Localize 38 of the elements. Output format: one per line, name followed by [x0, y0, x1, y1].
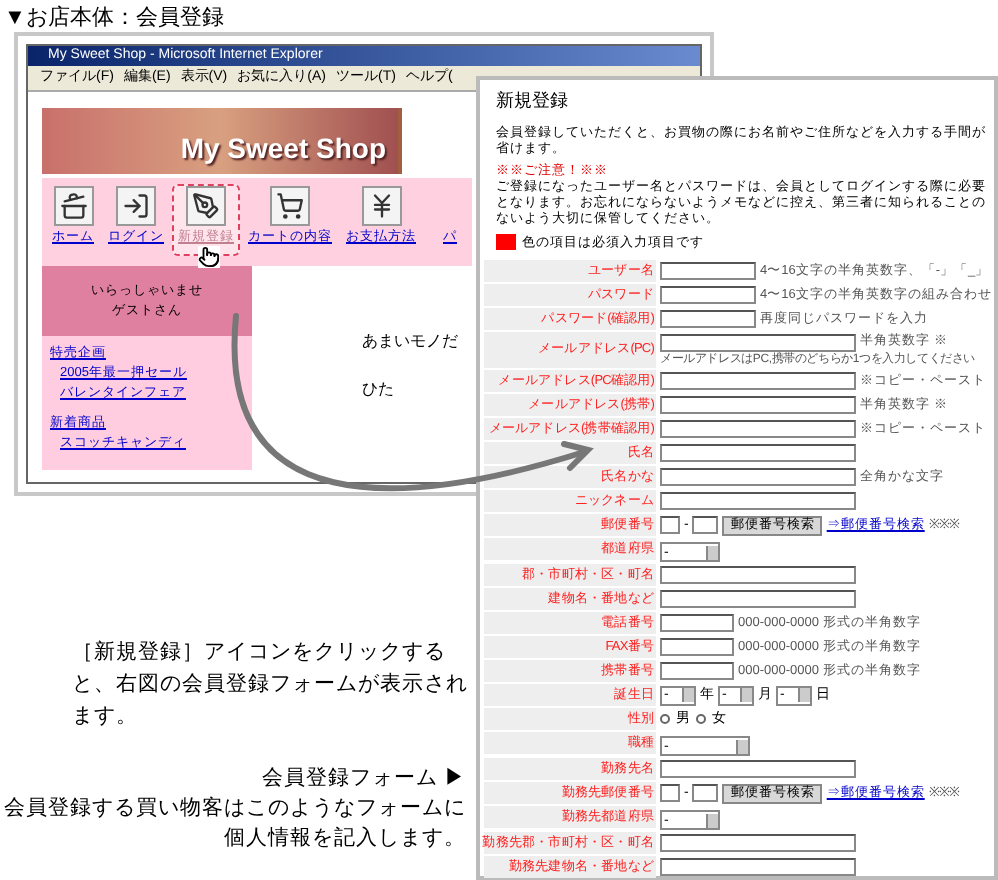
- pot-icon[interactable]: [53, 186, 93, 226]
- click-caption: ［新規登録］アイコンをクリックすると、右図の会員登録フォームが表示されます。: [72, 638, 470, 732]
- input-field[interactable]: [660, 858, 856, 877]
- input-field[interactable]: [660, 662, 734, 681]
- input-field[interactable]: [660, 310, 756, 329]
- input-field[interactable]: [660, 638, 734, 657]
- input-field[interactable]: [660, 784, 680, 803]
- yen-icon[interactable]: [361, 186, 401, 226]
- shop-banner: My Sweet Shop: [42, 108, 402, 174]
- input-field[interactable]: [660, 333, 856, 352]
- input-field[interactable]: [660, 372, 856, 391]
- input-field[interactable]: [692, 784, 719, 803]
- input-field[interactable]: [660, 516, 680, 535]
- input-field[interactable]: [660, 566, 856, 585]
- input-field[interactable]: [660, 286, 756, 305]
- page-text: あまいモノだ: [362, 330, 458, 354]
- cart-icon[interactable]: [270, 186, 310, 226]
- input-field[interactable]: [692, 516, 719, 535]
- input-field[interactable]: [660, 262, 756, 281]
- input-field[interactable]: [660, 834, 856, 853]
- input-field[interactable]: [660, 492, 856, 511]
- form-caption-title: 会員登録フォーム ▶: [262, 764, 466, 794]
- radio-button[interactable]: [660, 714, 670, 725]
- input-field[interactable]: [660, 444, 856, 463]
- pen-icon[interactable]: [186, 186, 226, 226]
- input-field[interactable]: [660, 468, 856, 487]
- radio-button[interactable]: [696, 714, 706, 725]
- input-field[interactable]: [660, 420, 856, 439]
- form-title: 新規登録: [494, 88, 570, 114]
- input-field[interactable]: [660, 396, 856, 415]
- page-text: ひた: [362, 378, 394, 402]
- input-field[interactable]: [660, 590, 856, 609]
- input-field[interactable]: [660, 760, 856, 779]
- input-field[interactable]: [660, 614, 734, 633]
- hand-cursor-icon: [198, 246, 220, 268]
- required-color-swatch: [496, 234, 516, 251]
- page-heading: ▼お店本体：会員登録: [4, 3, 224, 34]
- form-caption: 会員登録する買い物客はこのようなフォームに個人情報を記入します。: [2, 794, 466, 854]
